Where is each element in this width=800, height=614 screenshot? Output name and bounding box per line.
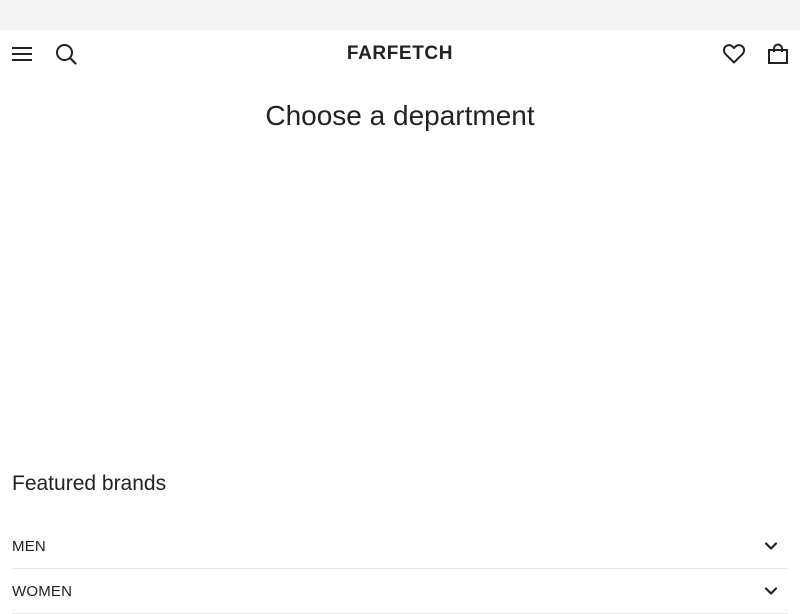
shopping-bag-icon <box>768 43 788 64</box>
accordion-item-women[interactable]: WOMEN <box>12 569 788 614</box>
top-banner <box>0 0 800 30</box>
site-header: FARFETCH <box>0 30 800 78</box>
featured-brands-accordion: MEN WOMEN <box>12 524 788 614</box>
chevron-down-icon <box>764 542 778 550</box>
accordion-item-label: WOMEN <box>12 582 73 600</box>
page-title: Choose a department <box>265 100 535 131</box>
shopping-bag-button[interactable] <box>766 42 790 66</box>
brand-logo[interactable]: FARFETCH <box>0 43 800 65</box>
accordion-item-men[interactable]: MEN <box>12 524 788 569</box>
wishlist-button[interactable] <box>722 42 746 66</box>
featured-brands-heading: Featured brands <box>12 472 167 495</box>
heart-icon <box>723 44 745 64</box>
chevron-down-icon <box>764 587 778 595</box>
accordion-item-label: MEN <box>12 537 46 555</box>
